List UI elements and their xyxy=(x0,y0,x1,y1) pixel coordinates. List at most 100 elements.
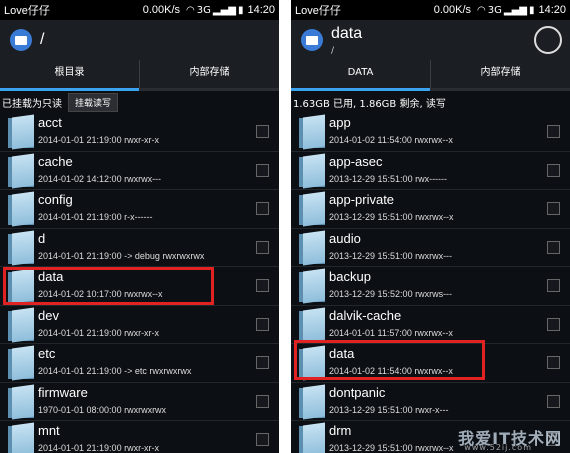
folder-icon xyxy=(299,191,325,227)
list-item[interactable]: d 2014-01-01 21:19:00 -> debug rwxrwxrwx xyxy=(0,229,279,267)
battery-icon: ▮ xyxy=(528,4,535,16)
list-item[interactable]: acct 2014-01-01 21:19:00 rwxr-xr-x xyxy=(0,113,279,152)
list-item[interactable]: audio 2013-12-29 15:51:00 rwxrwx--- xyxy=(291,229,570,267)
folder-meta: 2014-01-01 21:19:00 rwxr-xr-x xyxy=(38,135,160,145)
select-checkbox[interactable] xyxy=(547,394,560,408)
list-item[interactable]: dev 2014-01-01 21:19:00 rwxr-xr-x xyxy=(0,306,279,344)
folder-icon[interactable] xyxy=(10,29,32,51)
select-checkbox[interactable] xyxy=(547,163,560,177)
folder-name: app-private xyxy=(329,192,395,207)
tab-root[interactable]: 根目录 xyxy=(0,60,139,91)
folder-name: audio xyxy=(329,230,361,246)
folder-name: config xyxy=(38,192,73,207)
network-type: 3G xyxy=(487,4,502,16)
select-checkbox[interactable] xyxy=(547,356,560,369)
folder-icon xyxy=(8,152,34,189)
select-checkbox[interactable] xyxy=(547,279,560,292)
status-bar: Love仔仔 0.00K/s ◠ 3G ▂▄▆ ▮ 14:20 xyxy=(291,0,570,20)
list-item[interactable]: config 2014-01-01 21:19:00 r-x------ xyxy=(0,190,279,229)
tab-internal-storage[interactable]: 内部存储 xyxy=(140,60,279,88)
folder-name: cache xyxy=(38,153,73,169)
folder-meta: 2014-01-01 11:57:00 rwxrwx--x xyxy=(329,327,453,338)
select-checkbox[interactable] xyxy=(256,433,269,446)
list-item[interactable]: app 2014-01-02 11:54:00 rwxrwx--x xyxy=(291,113,570,152)
list-item[interactable]: dontpanic 2013-12-29 15:51:00 rwxr-x--- xyxy=(291,383,570,421)
folder-icon xyxy=(299,229,325,266)
list-item[interactable]: backup 2013-12-29 15:52:00 rwxrws--- xyxy=(291,267,570,306)
list-item[interactable]: app-private 2013-12-29 15:51:00 rwxrwx--x xyxy=(291,190,570,229)
folder-icon xyxy=(8,345,34,381)
page-title: / xyxy=(40,31,45,48)
clock: 14:20 xyxy=(538,4,566,16)
network-speed: 0.00K/s xyxy=(142,4,181,16)
folder-meta: 2013-12-29 15:51:00 rwxrwx--x xyxy=(329,212,454,222)
tab-data[interactable]: DATA xyxy=(291,60,430,91)
list-item[interactable]: cache 2014-01-02 14:12:00 rwxrwx--- xyxy=(0,152,279,190)
storage-info: 1.63GB 已用, 1.86GB 剩余, 读写 xyxy=(293,98,446,110)
folder-meta: 2013-12-29 15:52:00 rwxrws--- xyxy=(329,289,453,299)
folder-icon xyxy=(8,268,34,304)
list-item[interactable]: dalvik-cache 2014-01-01 11:57:00 rwxrwx--… xyxy=(291,306,570,344)
select-checkbox[interactable] xyxy=(547,317,560,331)
mount-status: 已挂载为只读 xyxy=(2,98,62,110)
folder-name: backup xyxy=(329,269,371,284)
folder-meta: 2013-12-29 15:51:00 rwxrwx--- xyxy=(329,250,453,261)
carrier-label: Love仔仔 xyxy=(295,5,341,17)
folder-meta: 2013-12-29 15:51:00 rwxrwx--x xyxy=(329,443,454,453)
folder-name: firmware xyxy=(38,384,88,400)
folder-name: app-asec xyxy=(329,153,383,169)
folder-name: etc xyxy=(38,346,56,361)
folder-icon xyxy=(8,229,34,266)
list-item[interactable]: data 2014-01-02 10:17:00 rwxrwx--x xyxy=(0,267,279,306)
select-checkbox[interactable] xyxy=(547,125,560,138)
folder-icon xyxy=(299,152,325,189)
file-list: acct 2014-01-01 21:19:00 rwxr-xr-x cache 2… xyxy=(0,113,279,453)
folder-icon xyxy=(299,268,325,304)
status-bar: Love仔仔 0.00K/s ◠ 3G ▂▄▆ ▮ 14:20 xyxy=(0,0,279,20)
folder-meta: 2014-01-01 21:19:00 rwxr-xr-x xyxy=(38,443,160,453)
folder-name: dontpanic xyxy=(329,384,386,400)
folder-icon xyxy=(299,306,325,343)
list-item[interactable]: firmware 1970-01-01 08:00:00 rwxrwxrwx xyxy=(0,383,279,421)
folder-icon xyxy=(299,383,325,420)
list-item[interactable]: etc 2014-01-01 21:19:00 -> etc rwxrwxrwx xyxy=(0,344,279,383)
signal-icon: ▂▄▆ xyxy=(503,4,527,16)
folder-name: app xyxy=(329,115,351,130)
battery-icon: ▮ xyxy=(237,4,244,16)
folder-meta: 2014-01-02 10:17:00 rwxrwx--x xyxy=(38,289,163,299)
select-checkbox[interactable] xyxy=(547,240,560,254)
folder-name: mnt xyxy=(38,423,60,438)
select-checkbox[interactable] xyxy=(256,125,269,138)
tab-bar: DATA 内部存储 xyxy=(291,60,570,91)
tab-internal-storage[interactable]: 内部存储 xyxy=(431,60,570,88)
signal-icon: ▂▄▆ xyxy=(212,4,236,16)
folder-name: acct xyxy=(38,115,62,130)
file-list: app 2014-01-02 11:54:00 rwxrwx--x app-ase… xyxy=(291,113,570,453)
loading-spinner-icon xyxy=(534,26,562,54)
folder-icon xyxy=(8,383,34,420)
select-checkbox[interactable] xyxy=(547,202,560,215)
select-checkbox[interactable] xyxy=(256,394,269,408)
watermark: 我爱IT技术网 www.52ij.com xyxy=(458,425,562,452)
select-checkbox[interactable] xyxy=(256,240,269,254)
select-checkbox[interactable] xyxy=(256,356,269,369)
folder-name: dalvik-cache xyxy=(329,307,402,323)
folder-icon[interactable] xyxy=(301,29,323,51)
wifi-icon: ◠ xyxy=(477,4,486,16)
folder-meta: 2014-01-02 11:54:00 rwxrwx--x xyxy=(329,135,453,145)
select-checkbox[interactable] xyxy=(256,202,269,215)
select-checkbox[interactable] xyxy=(256,163,269,177)
select-checkbox[interactable] xyxy=(256,317,269,331)
list-item[interactable]: data 2014-01-02 11:54:00 rwxrwx--x xyxy=(291,344,570,383)
folder-name: dev xyxy=(38,307,59,323)
select-checkbox[interactable] xyxy=(256,279,269,292)
watermark-site: www.52ij.com xyxy=(464,443,532,452)
list-item[interactable]: mnt 2014-01-01 21:19:00 rwxr-xr-x xyxy=(0,421,279,453)
list-item[interactable]: app-asec 2013-12-29 15:51:00 rwx------ xyxy=(291,152,570,190)
page-path: / xyxy=(331,46,335,56)
folder-name: d xyxy=(38,230,46,246)
title-bar: / xyxy=(0,20,279,60)
folder-name: data xyxy=(38,269,64,284)
folder-icon xyxy=(8,306,34,343)
mount-rw-button[interactable]: 挂载读写 xyxy=(68,92,119,112)
